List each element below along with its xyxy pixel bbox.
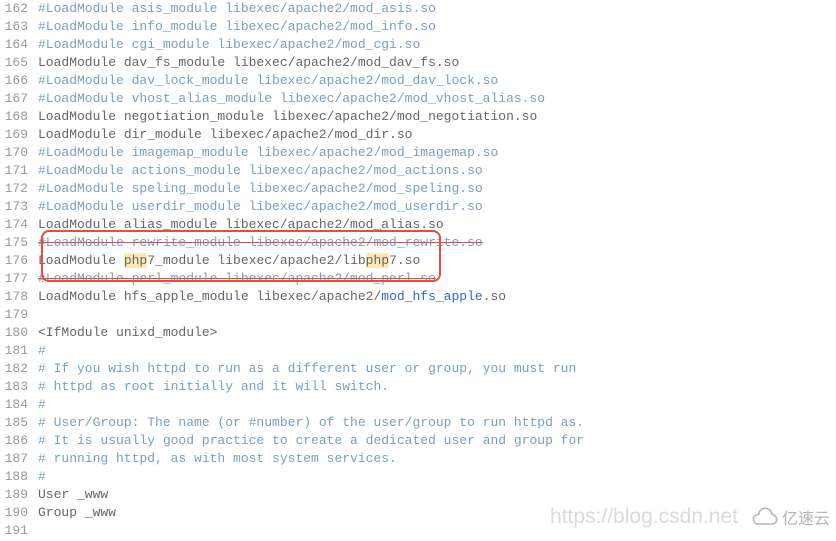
code-line[interactable]: #LoadModule asis_module libexec/apache2/… (38, 0, 836, 18)
code-line[interactable]: LoadModule hfs_apple_module libexec/apac… (38, 288, 836, 306)
line-number: 185 (0, 414, 28, 432)
code-line[interactable]: LoadModule dir_module libexec/apache2/mo… (38, 126, 836, 144)
line-number: 173 (0, 198, 28, 216)
line-number: 179 (0, 306, 28, 324)
code-line[interactable]: # User/Group: The name (or #number) of t… (38, 414, 836, 432)
line-number: 188 (0, 468, 28, 486)
line-number: 166 (0, 72, 28, 90)
code-line[interactable]: #LoadModule info_module libexec/apache2/… (38, 18, 836, 36)
line-number: 176 (0, 252, 28, 270)
code-line[interactable]: #LoadModule speling_module libexec/apach… (38, 180, 836, 198)
code-line[interactable]: User _www (38, 486, 836, 504)
line-number: 186 (0, 432, 28, 450)
line-number-gutter: 1621631641651661671681691701711721731741… (0, 0, 38, 540)
code-line[interactable]: #LoadModule imagemap_module libexec/apac… (38, 144, 836, 162)
line-number: 165 (0, 54, 28, 72)
code-line[interactable]: # (38, 342, 836, 360)
code-line[interactable]: # httpd as root initially and it will sw… (38, 378, 836, 396)
code-line[interactable] (38, 306, 836, 324)
line-number: 169 (0, 126, 28, 144)
line-number: 189 (0, 486, 28, 504)
line-number: 163 (0, 18, 28, 36)
line-number: 177 (0, 270, 28, 288)
line-number: 162 (0, 0, 28, 18)
code-line[interactable]: #LoadModule perl_module libexec/apache2/… (38, 270, 836, 288)
line-number: 180 (0, 324, 28, 342)
code-line[interactable]: LoadModule php7_module libexec/apache2/l… (38, 252, 836, 270)
line-number: 183 (0, 378, 28, 396)
code-line[interactable]: #LoadModule actions_module libexec/apach… (38, 162, 836, 180)
line-number: 181 (0, 342, 28, 360)
code-line[interactable]: LoadModule dav_fs_module libexec/apache2… (38, 54, 836, 72)
line-number: 182 (0, 360, 28, 378)
line-number: 187 (0, 450, 28, 468)
code-line[interactable]: # (38, 396, 836, 414)
line-number: 168 (0, 108, 28, 126)
code-line[interactable]: # It is usually good practice to create … (38, 432, 836, 450)
line-number: 191 (0, 522, 28, 540)
line-number: 184 (0, 396, 28, 414)
line-number: 167 (0, 90, 28, 108)
code-line[interactable]: <IfModule unixd_module> (38, 324, 836, 342)
code-line[interactable]: #LoadModule cgi_module libexec/apache2/m… (38, 36, 836, 54)
line-number: 172 (0, 180, 28, 198)
line-number: 178 (0, 288, 28, 306)
line-number: 174 (0, 216, 28, 234)
code-line[interactable] (38, 522, 836, 540)
code-line[interactable]: LoadModule alias_module libexec/apache2/… (38, 216, 836, 234)
code-content[interactable]: #LoadModule asis_module libexec/apache2/… (38, 0, 836, 540)
code-line[interactable]: #LoadModule dav_lock_module libexec/apac… (38, 72, 836, 90)
line-number: 190 (0, 504, 28, 522)
code-line[interactable]: # (38, 468, 836, 486)
line-number: 175 (0, 234, 28, 252)
line-number: 170 (0, 144, 28, 162)
code-line[interactable]: Group _www (38, 504, 836, 522)
code-line[interactable]: #LoadModule rewrite_module libexec/apach… (38, 234, 836, 252)
code-line[interactable]: LoadModule negotiation_module libexec/ap… (38, 108, 836, 126)
code-line[interactable]: # If you wish httpd to run as a differen… (38, 360, 836, 378)
code-line[interactable]: #LoadModule userdir_module libexec/apach… (38, 198, 836, 216)
code-editor: 1621631641651661671681691701711721731741… (0, 0, 836, 540)
code-line[interactable]: #LoadModule vhost_alias_module libexec/a… (38, 90, 836, 108)
code-line[interactable]: # running httpd, as with most system ser… (38, 450, 836, 468)
line-number: 164 (0, 36, 28, 54)
line-number: 171 (0, 162, 28, 180)
